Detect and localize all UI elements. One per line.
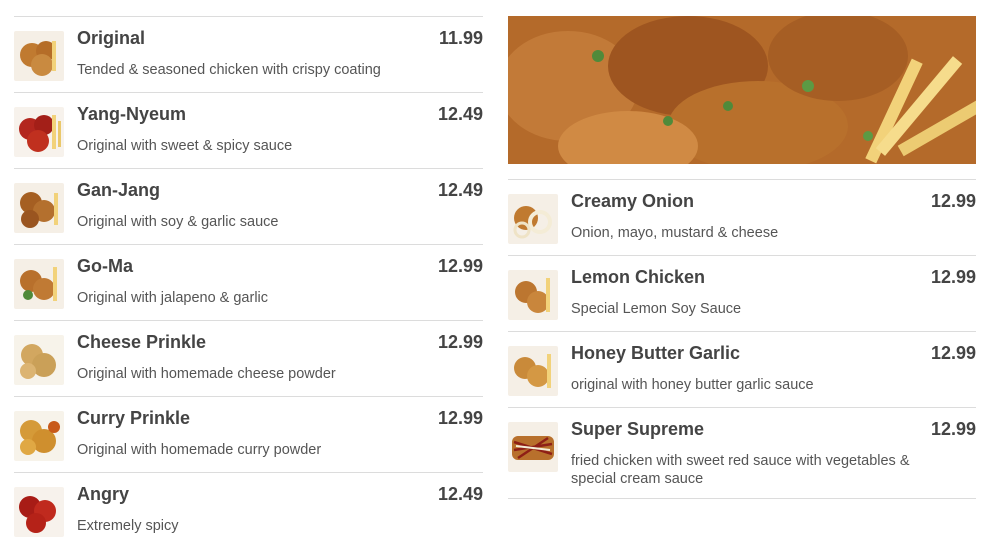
item-description: Original with homemade curry powder [77,442,322,458]
item-price: 12.99 [437,332,483,352]
item-price: 12.99 [930,419,976,439]
menu-item-curry-prinkle[interactable]: Curry Prinkle 12.99 Original with homema… [14,396,483,472]
item-name: Original [77,28,146,48]
item-price: 12.99 [437,256,483,276]
fried-chicken-lemon-icon [508,270,558,320]
item-name: Lemon Chicken [571,267,706,287]
menu-item-yang-nyeum[interactable]: Yang-Nyeum 12.49 Original with sweet & s… [14,92,483,168]
fried-chicken-soy-icon [14,183,64,233]
item-price: 11.99 [438,28,483,48]
menu-item-lemon-chicken[interactable]: Lemon Chicken 12.99 Special Lemon Soy Sa… [508,255,976,331]
menu-column-left: Original 11.99 Tended & seasoned chicken… [14,16,483,548]
item-description: Original with homemade cheese powder [77,366,336,382]
item-description: Original with jalapeno & garlic [77,290,269,306]
menu-item-original[interactable]: Original 11.99 Tended & seasoned chicken… [14,16,483,92]
item-description: original with honey butter garlic sauce [571,377,814,393]
item-description: Original with sweet & spicy sauce [77,138,293,154]
fried-chicken-hero-image [508,16,976,164]
item-description: Special Lemon Soy Sauce [571,301,742,317]
fried-chicken-onion-icon [508,194,558,244]
menu-item-creamy-onion[interactable]: Creamy Onion 12.99 Onion, mayo, mustard … [508,179,976,255]
item-name: Honey Butter Garlic [571,343,741,363]
fried-chicken-plain-icon [14,31,64,81]
item-description: Tended & seasoned chicken with crispy co… [77,62,381,78]
item-price: 12.99 [437,408,483,428]
item-name: Yang-Nyeum [77,104,187,124]
menu-item-honey-butter-garlic[interactable]: Honey Butter Garlic 12.99 original with … [508,331,976,407]
item-description: Extremely spicy [77,518,179,534]
item-price: 12.99 [930,191,976,211]
item-price: 12.49 [437,484,483,504]
item-name: Super Supreme [571,419,705,439]
item-price: 12.99 [930,343,976,363]
fried-chicken-curry-icon [14,411,64,461]
menu-item-gan-jang[interactable]: Gan-Jang 12.49 Original with soy & garli… [14,168,483,244]
item-name: Cheese Prinkle [77,332,207,352]
menu-item-angry[interactable]: Angry 12.49 Extremely spicy [14,472,483,548]
item-name: Curry Prinkle [77,408,191,428]
menu-column-right: Creamy Onion 12.99 Onion, mayo, mustard … [508,16,976,499]
fried-chicken-cheese-icon [14,335,64,385]
item-name: Go-Ma [77,256,133,276]
fried-chicken-spicy-icon [14,487,64,537]
fried-chicken-honey-icon [508,346,558,396]
item-name: Creamy Onion [571,191,695,211]
fried-chicken-red-sauce-icon [14,107,64,157]
item-description: Onion, mayo, mustard & cheese [571,225,779,241]
menu-item-go-ma[interactable]: Go-Ma 12.99 Original with jalapeno & gar… [14,244,483,320]
menu-item-cheese-prinkle[interactable]: Cheese Prinkle 12.99 Original with homem… [14,320,483,396]
menu-item-super-supreme[interactable]: Super Supreme 12.99 fried chicken with s… [508,407,976,499]
item-price: 12.49 [437,180,483,200]
item-price: 12.99 [930,267,976,287]
item-price: 12.49 [437,104,483,124]
item-description: fried chicken with sweet red sauce with … [571,453,910,487]
fried-chicken-jalapeno-icon [14,259,64,309]
item-description: Original with soy & garlic sauce [77,214,279,230]
fried-chicken-supreme-icon [508,422,558,472]
item-name: Gan-Jang [77,180,161,200]
item-name: Angry [77,484,130,504]
